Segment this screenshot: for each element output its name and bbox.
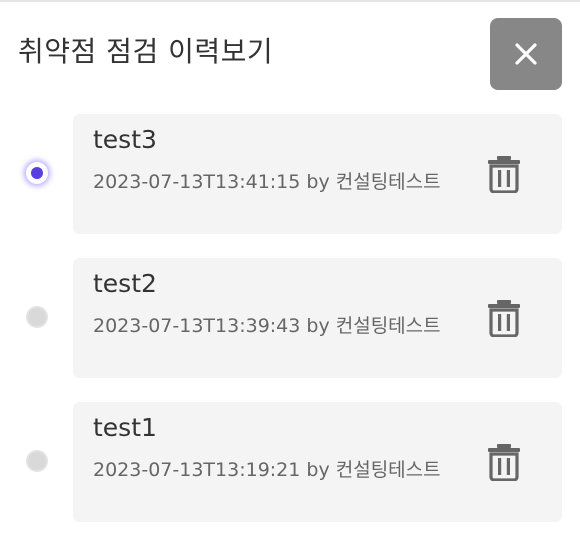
dialog-title: 취약점 점검 이력보기 xyxy=(18,35,274,68)
trash-icon xyxy=(488,156,520,193)
trash-icon xyxy=(488,300,520,337)
history-item-radio[interactable] xyxy=(26,306,48,328)
history-item: test2 2023-07-13T13:39:43 by 컨설팅테스트 xyxy=(0,258,580,378)
history-item-meta: 2023-07-13T13:39:43 by 컨설팅테스트 xyxy=(93,315,441,337)
close-button[interactable] xyxy=(490,18,562,90)
delete-button[interactable] xyxy=(486,154,522,194)
history-item-card[interactable]: test3 2023-07-13T13:41:15 by 컨설팅테스트 xyxy=(73,114,562,234)
history-item-card[interactable]: test1 2023-07-13T13:19:21 by 컨설팅테스트 xyxy=(73,402,562,522)
delete-button[interactable] xyxy=(486,442,522,482)
history-item-radio[interactable] xyxy=(26,450,48,472)
history-item-card[interactable]: test2 2023-07-13T13:39:43 by 컨설팅테스트 xyxy=(73,258,562,378)
close-icon xyxy=(515,43,537,65)
history-item-meta: 2023-07-13T13:41:15 by 컨설팅테스트 xyxy=(93,171,441,193)
history-item-meta: 2023-07-13T13:19:21 by 컨설팅테스트 xyxy=(93,459,441,481)
top-divider xyxy=(0,0,580,2)
trash-icon xyxy=(488,444,520,481)
history-item-radio[interactable] xyxy=(26,162,48,184)
delete-button[interactable] xyxy=(486,298,522,338)
history-item: test1 2023-07-13T13:19:21 by 컨설팅테스트 xyxy=(0,402,580,522)
history-item: test3 2023-07-13T13:41:15 by 컨설팅테스트 xyxy=(0,114,580,234)
history-list: test3 2023-07-13T13:41:15 by 컨설팅테스트 test… xyxy=(0,114,580,522)
history-item-name: test1 xyxy=(93,413,157,442)
history-item-name: test3 xyxy=(93,125,157,154)
history-item-name: test2 xyxy=(93,269,157,298)
